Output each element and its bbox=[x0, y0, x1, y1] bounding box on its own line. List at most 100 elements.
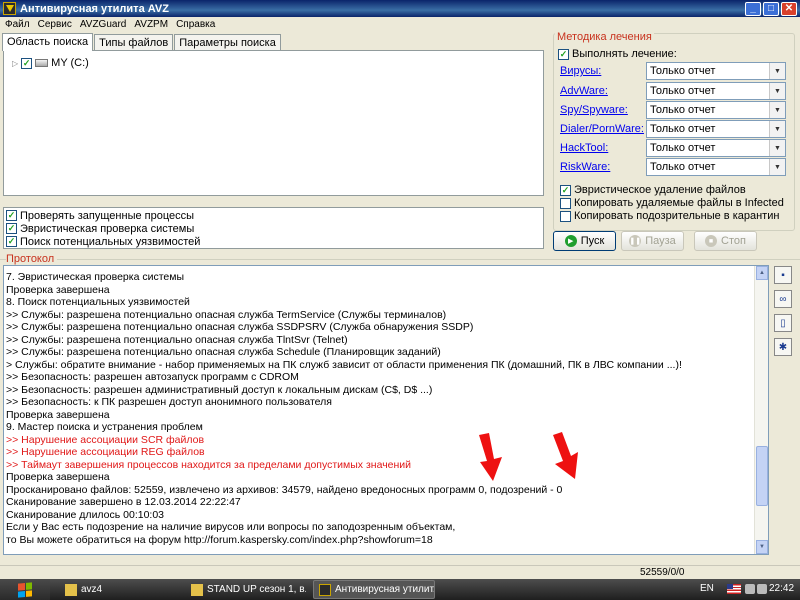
menu-file[interactable]: Файл bbox=[3, 19, 36, 30]
log-line: 8. Поиск потенциальных уязвимостей bbox=[6, 296, 190, 308]
log-line: Проверка завершена bbox=[6, 408, 110, 421]
rule-dialer: Dialer/PornWare: Только отчет ▼ bbox=[560, 120, 786, 138]
avz-app-icon bbox=[3, 2, 16, 15]
log-line: Проверка завершена bbox=[6, 471, 110, 483]
maximize-button[interactable]: □ bbox=[763, 1, 779, 16]
rule-label-viruses[interactable]: Вирусы: bbox=[560, 65, 646, 77]
rule-select-viruses[interactable]: Только отчет ▼ bbox=[646, 62, 786, 80]
rule-select-hacktool[interactable]: Только отчет ▼ bbox=[646, 139, 786, 157]
log-line: Просканировано файлов: 52559, извлечено … bbox=[6, 483, 563, 496]
chevron-down-icon[interactable]: ▼ bbox=[769, 83, 785, 99]
rule-label-riskware[interactable]: RiskWare: bbox=[560, 161, 646, 173]
drive-tree: ▷ ✓ MY (C:) bbox=[3, 50, 544, 196]
tab-file-types[interactable]: Типы файлов bbox=[94, 34, 174, 51]
rule-label-spyware[interactable]: Spy/Spyware: bbox=[560, 104, 646, 116]
checkbox[interactable] bbox=[560, 210, 571, 222]
pause-button[interactable]: ❚❚ Пауза bbox=[621, 231, 684, 251]
log-line: >> Службы: разрешена потенциально опасна… bbox=[6, 346, 441, 358]
checkbox[interactable]: ✓ bbox=[6, 236, 17, 247]
folder-icon bbox=[191, 583, 203, 596]
log-line: >> Нарушение ассоциации REG файлов bbox=[6, 446, 205, 458]
checkbox[interactable]: ✓ bbox=[6, 223, 17, 234]
save-icon[interactable]: ▪ bbox=[774, 266, 792, 284]
folder-icon bbox=[65, 583, 77, 596]
menu-avzguard[interactable]: AVZGuard bbox=[78, 19, 133, 30]
checkbox[interactable]: ✓ bbox=[558, 48, 569, 60]
red-arrow-icon bbox=[479, 433, 502, 481]
scan-options: ✓ Проверять запущенные процессы ✓ Эврист… bbox=[3, 207, 544, 249]
scroll-thumb[interactable] bbox=[756, 446, 768, 506]
menu-service[interactable]: Сервис bbox=[36, 19, 78, 30]
log-line: > Службы: обратите внимание - набор прим… bbox=[6, 358, 682, 371]
rule-hacktool: HackTool: Только отчет ▼ bbox=[560, 139, 786, 157]
check-heuristic-system[interactable]: ✓ Эвристическая проверка системы bbox=[6, 222, 541, 235]
checkbox[interactable] bbox=[560, 197, 571, 209]
perform-label: Выполнять лечение: bbox=[572, 48, 677, 60]
tray-network-icon[interactable] bbox=[757, 584, 767, 594]
tab-search-area[interactable]: Область поиска bbox=[2, 33, 94, 51]
protocol-log[interactable]: 7. Эвристическая проверка системы Проверк… bbox=[3, 265, 769, 555]
rule-label-hacktool[interactable]: HackTool: bbox=[560, 142, 646, 154]
scroll-down-icon[interactable]: ▼ bbox=[756, 540, 768, 554]
opt-copy-infected[interactable]: Копировать удаляемые файлы в Infected bbox=[560, 197, 784, 209]
scroll-up-icon[interactable]: ▲ bbox=[756, 266, 768, 280]
checkbox[interactable]: ✓ bbox=[560, 184, 571, 196]
check-label: Проверять запущенные процессы bbox=[20, 209, 195, 222]
rule-label-dialer[interactable]: Dialer/PornWare: bbox=[560, 123, 646, 135]
menu-help[interactable]: Справка bbox=[174, 19, 221, 30]
menu-avzpm[interactable]: AVZPM bbox=[132, 19, 174, 30]
check-label: Эвристическая проверка системы bbox=[20, 222, 195, 235]
log-line: 7. Эвристическая проверка системы bbox=[6, 271, 185, 283]
title-bar[interactable]: Антивирусная утилита AVZ _ □ ✕ bbox=[0, 0, 800, 17]
drive-checkbox[interactable]: ✓ bbox=[21, 57, 33, 69]
expand-icon[interactable]: ▷ bbox=[12, 59, 18, 68]
rule-viruses: Вирусы: Только отчет ▼ bbox=[560, 62, 786, 80]
task-avz4[interactable]: avz4 bbox=[60, 580, 125, 599]
us-flag-icon[interactable] bbox=[727, 584, 741, 594]
log-scrollbar[interactable]: ▲ ▼ bbox=[754, 266, 768, 554]
glasses-icon[interactable]: ∞ bbox=[774, 290, 792, 308]
check-vulnerabilities[interactable]: ✓ Поиск потенциальных уязвимостей bbox=[6, 235, 541, 248]
rule-select-adware[interactable]: Только отчет ▼ bbox=[646, 82, 786, 100]
tab-search-params[interactable]: Параметры поиска bbox=[174, 34, 281, 51]
rule-select-spyware[interactable]: Только отчет ▼ bbox=[646, 101, 786, 119]
start-button[interactable] bbox=[0, 579, 50, 600]
checkbox[interactable]: ✓ bbox=[6, 210, 17, 221]
log-line: >> Службы: разрешена потенциально опасна… bbox=[6, 308, 447, 321]
protocol-label: Протокол bbox=[6, 253, 58, 265]
log-line: Сканирование завершено в 12.03.2014 22:2… bbox=[6, 496, 241, 508]
log-line: >> Службы: разрешена потенциально опасна… bbox=[6, 333, 348, 346]
log-line: >> Таймаут завершения процессов находитс… bbox=[6, 458, 412, 471]
rule-spyware: Spy/Spyware: Только отчет ▼ bbox=[560, 101, 786, 119]
red-arrow-icon bbox=[553, 432, 578, 479]
perform-treatment[interactable]: ✓ Выполнять лечение: bbox=[558, 48, 677, 60]
tray-volume-icon[interactable] bbox=[745, 584, 755, 594]
language-indicator[interactable]: EN bbox=[700, 583, 714, 594]
stop-button[interactable]: ■ Стоп bbox=[694, 231, 757, 251]
start-button[interactable]: ▶ Пуск bbox=[553, 231, 616, 251]
chevron-down-icon[interactable]: ▼ bbox=[769, 159, 785, 175]
tab-strip: Область поиска Типы файлов Параметры пои… bbox=[2, 33, 282, 51]
rule-select-dialer[interactable]: Только отчет ▼ bbox=[646, 120, 786, 138]
rule-select-riskware[interactable]: Только отчет ▼ bbox=[646, 158, 786, 176]
task-standup[interactable]: STAND UP сезон 1, в... bbox=[186, 580, 306, 599]
tree-item-drive-c[interactable]: ▷ ✓ MY (C:) bbox=[12, 57, 89, 69]
opt-heuristic-delete[interactable]: ✓ Эвристическое удаление файлов bbox=[560, 184, 746, 196]
clock[interactable]: 22:42 bbox=[769, 583, 794, 594]
document-icon[interactable]: ▯ bbox=[774, 314, 792, 332]
minimize-button[interactable]: _ bbox=[745, 1, 761, 16]
chevron-down-icon[interactable]: ▼ bbox=[769, 140, 785, 156]
close-button[interactable]: ✕ bbox=[781, 1, 797, 16]
opt-copy-quarantine[interactable]: Копировать подозрительные в карантин bbox=[560, 210, 779, 222]
chevron-down-icon[interactable]: ▼ bbox=[769, 63, 785, 79]
log-line: 9. Мастер поиска и устранения проблем bbox=[6, 421, 203, 433]
check-running-processes[interactable]: ✓ Проверять запущенные процессы bbox=[6, 209, 541, 222]
stop-icon: ■ bbox=[705, 235, 718, 247]
network-icon[interactable]: ✱ bbox=[774, 338, 792, 356]
pause-icon: ❚❚ bbox=[629, 235, 642, 247]
chevron-down-icon[interactable]: ▼ bbox=[769, 102, 785, 118]
task-avz-window[interactable]: Антивирусная утилит... bbox=[313, 580, 435, 599]
status-bar: 52559/0/0 bbox=[0, 565, 800, 579]
chevron-down-icon[interactable]: ▼ bbox=[769, 121, 785, 137]
rule-label-adware[interactable]: AdvWare: bbox=[560, 85, 646, 97]
